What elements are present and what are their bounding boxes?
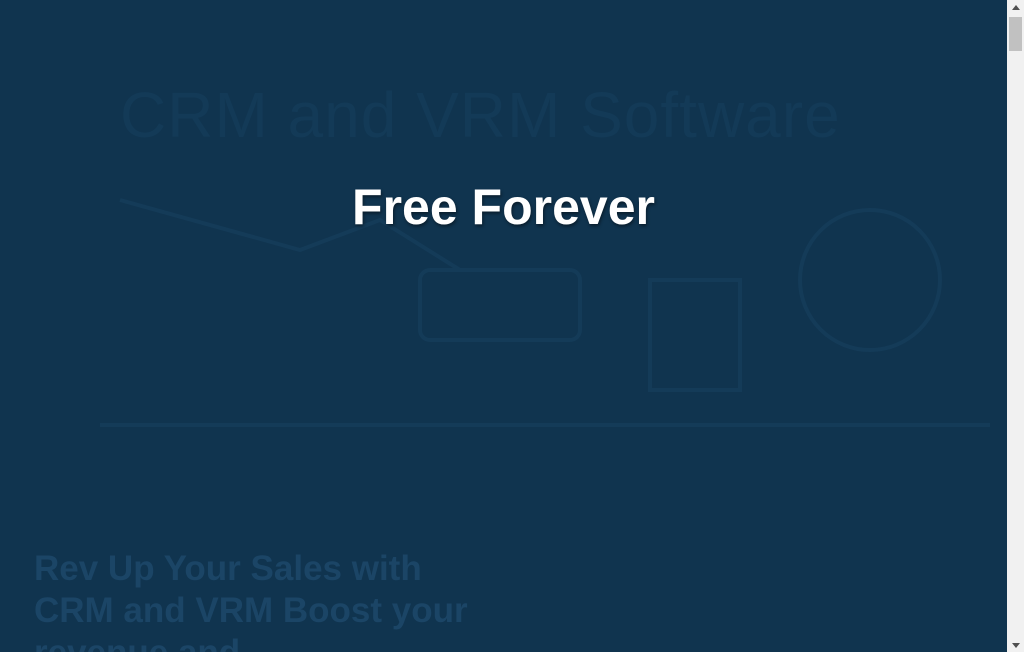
hero-subheading: Rev Up Your Sales with CRM and VRM Boost… (34, 549, 468, 652)
scroll-down-button[interactable] (1007, 638, 1024, 652)
page-viewport: CRM and VRM Software Free Forever Rev Up… (0, 0, 1007, 652)
scroll-up-button[interactable] (1007, 0, 1024, 14)
chevron-up-icon (1011, 4, 1020, 10)
scroll-thumb[interactable] (1009, 17, 1022, 51)
chevron-down-icon (1011, 642, 1020, 648)
vertical-scrollbar[interactable] (1007, 0, 1024, 652)
hero-heading: CRM and VRM Software (120, 79, 841, 151)
free-forever-title: Free Forever (352, 179, 655, 235)
